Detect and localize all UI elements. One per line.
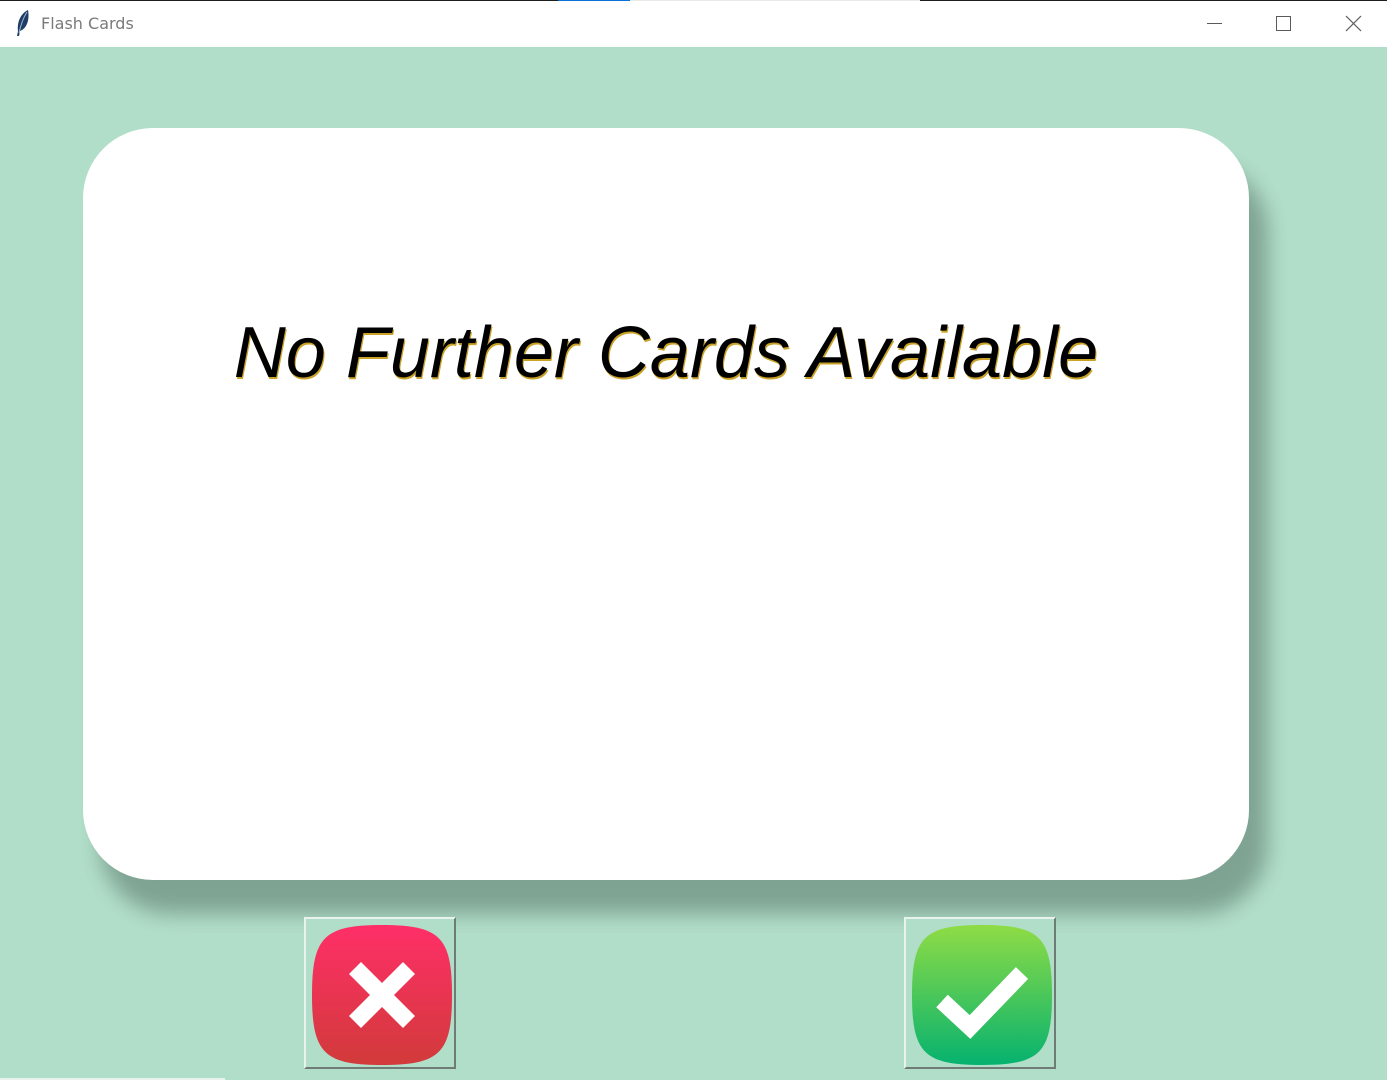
close-icon bbox=[1345, 15, 1362, 32]
app-canvas: No Further Cards Available bbox=[0, 47, 1387, 1080]
card-text: No Further Cards Available bbox=[233, 313, 1099, 393]
window-title: Flash Cards bbox=[41, 14, 134, 33]
right-button[interactable] bbox=[904, 917, 1056, 1069]
minimize-button[interactable] bbox=[1191, 1, 1237, 47]
checkmark-icon bbox=[912, 925, 1052, 1065]
flash-card: No Further Cards Available bbox=[83, 128, 1249, 880]
close-button[interactable] bbox=[1330, 1, 1376, 47]
maximize-button[interactable] bbox=[1260, 1, 1306, 47]
maximize-icon bbox=[1276, 16, 1291, 31]
title-bar[interactable]: Flash Cards bbox=[0, 1, 1387, 47]
cross-icon bbox=[312, 925, 452, 1065]
minimize-icon bbox=[1207, 23, 1222, 24]
wrong-button[interactable] bbox=[304, 917, 456, 1069]
feather-icon bbox=[17, 10, 29, 36]
